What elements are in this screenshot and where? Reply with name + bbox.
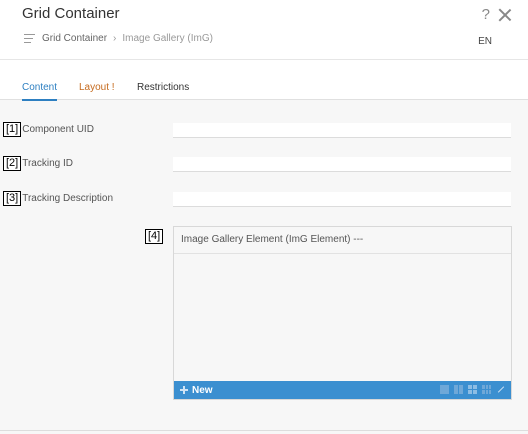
breadcrumb-separator: › (113, 33, 117, 44)
badge-1: [1] (3, 122, 22, 137)
single-column-icon[interactable] (440, 385, 449, 394)
tracking-description-label: [3] Tracking Description (3, 191, 113, 206)
breadcrumb-parent[interactable]: Grid Container (42, 33, 107, 44)
dialog-header: Grid Container ? Grid Container › Image … (0, 0, 528, 60)
menu-lines-icon (24, 34, 35, 43)
tracking-description-field[interactable] (173, 192, 511, 207)
badge-2: [2] (3, 156, 22, 171)
tab-bar: Content Layout ! Restrictions (0, 60, 528, 101)
tab-restrictions[interactable]: Restrictions (137, 82, 189, 99)
new-element-label: New (192, 384, 213, 396)
badge-4: [4] (145, 229, 164, 244)
image-gallery-panel: Image Gallery Element (ImG Element) --- … (173, 226, 512, 400)
help-icon[interactable]: ? (482, 7, 490, 23)
language-selector[interactable]: EN (478, 36, 492, 47)
bottom-divider (0, 430, 528, 431)
tab-content[interactable]: Content (22, 82, 58, 101)
breadcrumb-current: Image Gallery (ImG) (122, 33, 213, 44)
header-actions: ? (482, 7, 512, 23)
grid-compact-icon[interactable] (482, 385, 491, 394)
plus-icon (180, 386, 188, 394)
tracking-description-label-text: Tracking Description (22, 193, 114, 204)
tracking-id-field[interactable] (173, 157, 511, 172)
gallery-element-header[interactable]: Image Gallery Element (ImG Element) --- (174, 227, 511, 254)
toolbar-icons (440, 385, 505, 394)
tracking-id-label: [2] Tracking ID (3, 156, 73, 171)
new-element-button[interactable]: New (180, 385, 213, 396)
component-uid-label-text: Component UID (22, 124, 94, 135)
grid-layout-icon[interactable] (468, 385, 477, 394)
gallery-toolbar: New (174, 381, 511, 399)
resize-icon[interactable] (496, 385, 505, 394)
tracking-id-label-text: Tracking ID (22, 158, 73, 169)
two-column-icon[interactable] (454, 385, 463, 394)
tab-layout[interactable]: Layout ! (79, 82, 115, 99)
badge-3: [3] (3, 191, 22, 206)
component-uid-field[interactable] (173, 123, 511, 138)
close-icon[interactable] (498, 8, 512, 22)
dialog-title: Grid Container (22, 5, 120, 22)
breadcrumb: Grid Container › Image Gallery (ImG) (24, 33, 213, 44)
component-uid-label: [1] Component UID (3, 122, 94, 137)
